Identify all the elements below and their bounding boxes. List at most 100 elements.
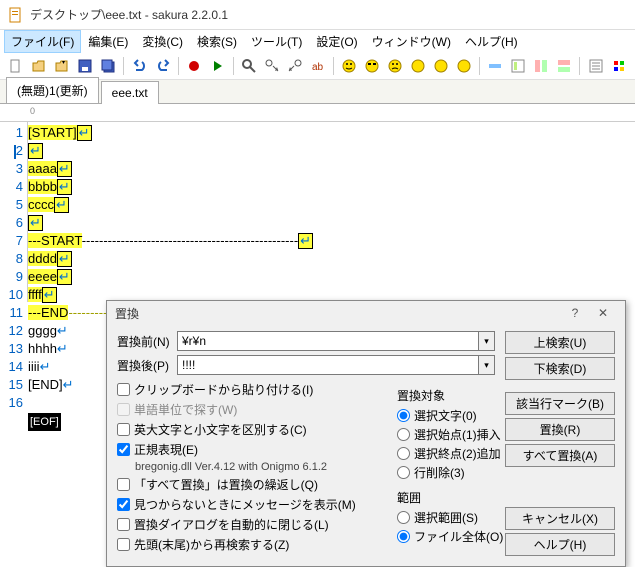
mark-button[interactable]: 該当行マーク(B) (505, 392, 615, 415)
radio-selstart[interactable]: 選択始点(1)挿入 (397, 426, 517, 443)
cancel-button[interactable]: キャンセル(X) (505, 507, 615, 530)
menu-edit[interactable]: 編集(E) (81, 30, 135, 53)
tool-d-icon[interactable] (554, 55, 575, 77)
replace-button[interactable]: 置換(R) (505, 418, 615, 441)
search-next-icon[interactable] (261, 55, 282, 77)
after-dropdown-icon[interactable]: ▾ (479, 355, 495, 375)
color-icon[interactable] (608, 55, 629, 77)
app-icon (8, 7, 24, 23)
new-file-icon[interactable] (6, 55, 27, 77)
line-num: 7 (0, 232, 23, 250)
macro-rec-icon[interactable] (184, 55, 205, 77)
face2-icon[interactable] (362, 55, 383, 77)
menu-bar: ファイル(F) 編集(E) 変換(C) 検索(S) ツール(T) 設定(O) ウ… (0, 30, 635, 52)
face3-icon[interactable] (385, 55, 406, 77)
help-icon[interactable]: ? (561, 303, 589, 323)
line-num: 14 (0, 358, 23, 376)
replace-all-button[interactable]: すべて置換(A) (505, 444, 615, 467)
text-line: eeee↵ (28, 268, 635, 286)
text-line: [START]↵ (28, 124, 635, 142)
toolbar-separator (479, 57, 480, 75)
window-title: デスクトップ\eee.txt - sakura 2.2.0.1 (30, 6, 228, 23)
text-line: ↵ (28, 142, 635, 160)
replace-icon[interactable]: ab (307, 55, 328, 77)
radio-selend[interactable]: 選択終点(2)追加 (397, 445, 517, 462)
search-icon[interactable] (239, 55, 260, 77)
menu-file[interactable]: ファイル(F) (4, 30, 81, 53)
radio-wholefile[interactable]: ファイル全体(O) (397, 528, 517, 545)
radio-linedel[interactable]: 行削除(3) (397, 464, 517, 481)
search-down-button[interactable]: 下検索(D) (505, 357, 615, 380)
open-file-icon[interactable] (29, 55, 50, 77)
after-label: 置換後(P) (117, 357, 177, 374)
radio-selrange[interactable]: 選択範囲(S) (397, 509, 517, 526)
svg-text:ab: ab (312, 62, 324, 73)
dialog-titlebar[interactable]: 置換 ? ✕ (107, 301, 625, 325)
tab-eee[interactable]: eee.txt (101, 81, 159, 104)
line-num: 15 (0, 376, 23, 394)
line-num: 12 (0, 322, 23, 340)
ruler: 0 (0, 104, 635, 122)
menu-convert[interactable]: 変換(C) (135, 30, 190, 53)
tool-c-icon[interactable] (531, 55, 552, 77)
close-icon[interactable]: ✕ (589, 303, 617, 323)
dialog-title: 置換 (115, 305, 139, 322)
face4-icon[interactable] (408, 55, 429, 77)
toolbar: ▾ ab (0, 52, 635, 80)
line-num: 11 (0, 304, 23, 322)
line-num: 13 (0, 340, 23, 358)
toolbar-separator (123, 57, 124, 75)
save-icon[interactable] (75, 55, 96, 77)
text-line: dddd↵ (28, 250, 635, 268)
tool-a-icon[interactable] (485, 55, 506, 77)
save-all-icon[interactable] (97, 55, 118, 77)
title-bar: デスクトップ\eee.txt - sakura 2.2.0.1 (0, 0, 635, 30)
toolbar-separator (579, 57, 580, 75)
range-group-label: 範囲 (397, 489, 517, 506)
toolbar-separator (333, 57, 334, 75)
toolbar-separator (178, 57, 179, 75)
line-num: 10 (0, 286, 23, 304)
search-up-button[interactable]: 上検索(U) (505, 331, 615, 354)
editor-content[interactable]: [START]↵ ↵ aaaa↵ bbbb↵ cccc↵ ↵ ---START-… (28, 122, 635, 302)
help-button[interactable]: ヘルプ(H) (505, 533, 615, 556)
redo-icon[interactable] (152, 55, 173, 77)
undo-icon[interactable] (129, 55, 150, 77)
editor-area[interactable]: 1 2 3 4 5 6 7 8 9 10 11 12 13 14 15 16 [… (0, 122, 635, 302)
line-num: 9 (0, 268, 23, 286)
svg-text:▾: ▾ (62, 60, 65, 66)
line-num: 5 (0, 196, 23, 214)
macro-play-icon[interactable] (207, 55, 228, 77)
history-icon[interactable]: ▾ (52, 55, 73, 77)
line-num: 1 (0, 124, 23, 142)
regex-info: bregonig.dll Ver.4.12 with Onigmo 6.1.2 (135, 461, 327, 473)
search-prev-icon[interactable] (284, 55, 305, 77)
before-input[interactable] (177, 331, 479, 351)
replace-dialog: 置換 ? ✕ 置換前(N) ▾ 置換後(P) ▾ クリップボードから貼り付ける(… (106, 300, 626, 567)
line-gutter: 1 2 3 4 5 6 7 8 9 10 11 12 13 14 15 16 (0, 122, 28, 302)
text-line: cccc↵ (28, 196, 635, 214)
line-num: 4 (0, 178, 23, 196)
ruler-mark: 0 (30, 106, 35, 116)
text-line: aaaa↵ (28, 160, 635, 178)
line-num: 8 (0, 250, 23, 268)
line-num: 3 (0, 160, 23, 178)
menu-settings[interactable]: 設定(O) (309, 30, 364, 53)
face6-icon[interactable] (453, 55, 474, 77)
line-num: 2 (16, 143, 23, 158)
text-line: bbbb↵ (28, 178, 635, 196)
menu-tools[interactable]: ツール(T) (244, 30, 309, 53)
text-line: ↵ (28, 214, 635, 232)
before-dropdown-icon[interactable]: ▾ (479, 331, 495, 351)
menu-search[interactable]: 検索(S) (190, 30, 244, 53)
face5-icon[interactable] (430, 55, 451, 77)
menu-window[interactable]: ウィンドウ(W) (365, 30, 458, 53)
tab-bar: (無題)1(更新) eee.txt (0, 80, 635, 104)
face1-icon[interactable] (339, 55, 360, 77)
settings-icon[interactable] (585, 55, 606, 77)
radio-selchar[interactable]: 選択文字(0) (397, 407, 517, 424)
after-input[interactable] (177, 355, 479, 375)
tool-b-icon[interactable] (508, 55, 529, 77)
menu-help[interactable]: ヘルプ(H) (458, 30, 525, 53)
tab-untitled[interactable]: (無題)1(更新) (6, 77, 99, 103)
